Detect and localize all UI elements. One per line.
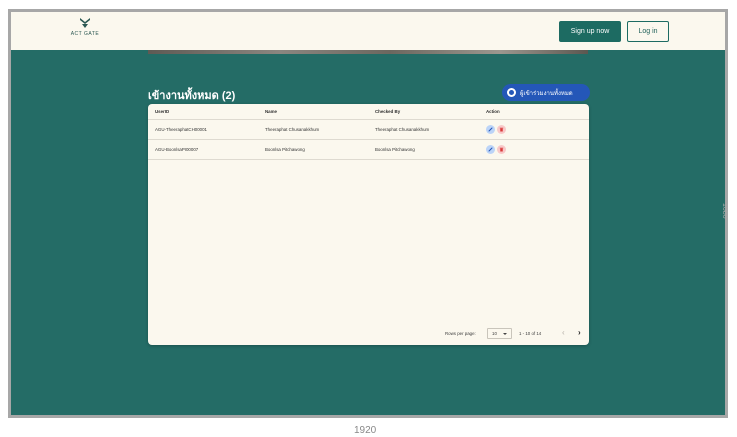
all-participants-label: ผู้เข้าร่วมงานทั้งหมด [520, 90, 573, 97]
edit-button[interactable] [486, 145, 495, 154]
canvas-width-label: 1920 [354, 425, 377, 436]
pagination-range: 1 - 10 of 14 [519, 331, 542, 336]
rows-per-page-value: 10 [492, 331, 497, 336]
attendance-table-card: UserID Name Checked By Action AGU-Theera… [148, 104, 589, 345]
main-content: เข้างานทั้งหมด (2) ผู้เข้าร่วมงานทั้งหมด… [11, 50, 725, 415]
rows-per-page-select[interactable]: 10 [487, 328, 512, 339]
trash-icon [499, 147, 504, 152]
all-participants-button[interactable]: ผู้เข้าร่วมงานทั้งหมด [502, 84, 590, 101]
logo-icon [80, 18, 90, 28]
cell-name: Theeraphat Chusanakkhum [265, 127, 320, 132]
top-header: ACT GATE Sign up now Log in [11, 12, 725, 50]
pencil-icon [488, 127, 493, 132]
table-row: AGU-TheeraphatCH00001 Theeraphat Chusana… [148, 120, 589, 140]
next-page-button[interactable]: › [578, 329, 581, 337]
logo[interactable]: ACT GATE [67, 17, 103, 37]
chevron-down-icon [503, 333, 507, 335]
cell-actions [486, 120, 508, 139]
cell-userid: AGU-TheeraphatCH00001 [155, 127, 207, 132]
cell-checked-by: Boonlsa Pitchawong [375, 147, 415, 152]
cell-checked-by: Theeraphat Chusanakkhum [375, 127, 430, 132]
table-row: AGU-BoonlsaPI00007 Boonlsa Pitchawong Bo… [148, 140, 589, 160]
login-button[interactable]: Log in [627, 21, 669, 42]
signup-button[interactable]: Sign up now [559, 21, 621, 42]
logo-text: ACT GATE [70, 31, 100, 37]
column-header-userid: UserID [155, 109, 170, 114]
cell-name: Boonlsa Pitchawong [265, 147, 305, 152]
column-header-checked-by: Checked By [375, 109, 401, 114]
page-title: เข้างานทั้งหมด (2) [148, 90, 236, 102]
table-header: UserID Name Checked By Action [148, 104, 589, 120]
pencil-icon [488, 147, 493, 152]
table-pagination: Rows per page: 10 1 - 10 of 14 ‹ › [148, 328, 589, 340]
banner-image-strip [148, 50, 588, 54]
cell-actions [486, 140, 508, 159]
rows-per-page-label: Rows per page: [445, 331, 476, 336]
previous-page-button[interactable]: ‹ [562, 329, 565, 337]
edit-button[interactable] [486, 125, 495, 134]
delete-button[interactable] [497, 145, 506, 154]
users-icon [507, 88, 516, 97]
column-header-name: Name [265, 109, 277, 114]
delete-button[interactable] [497, 125, 506, 134]
trash-icon [499, 127, 504, 132]
canvas-height-label: 1080 [721, 203, 728, 219]
page-frame: ACT GATE Sign up now Log in เข้างานทั้งห… [8, 9, 728, 418]
cell-userid: AGU-BoonlsaPI00007 [155, 147, 199, 152]
column-header-action: Action [486, 109, 500, 114]
